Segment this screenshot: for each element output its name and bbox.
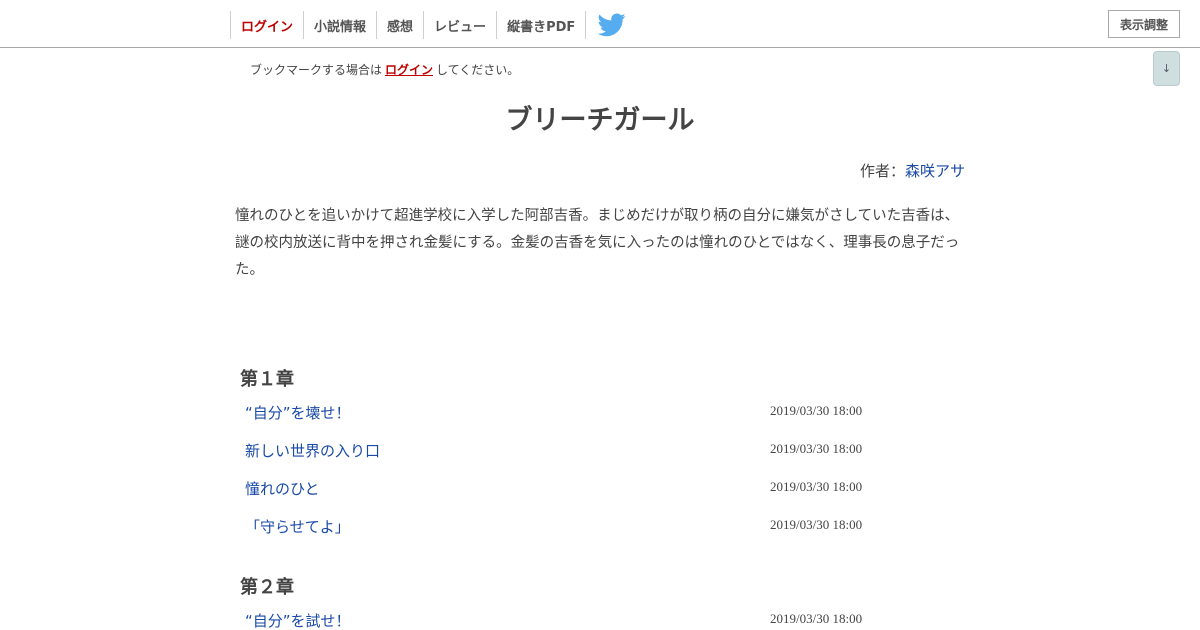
nav-login[interactable]: ログイン [230, 11, 303, 39]
nav-review[interactable]: レビュー [423, 11, 496, 39]
episode-date: 2019/03/30 18:00 [770, 479, 863, 494]
twitter-bird-icon[interactable] [597, 13, 626, 37]
episode-link[interactable]: “自分”を壊せ！ [245, 402, 351, 423]
author-line: 作者：森咲アサ [860, 160, 965, 181]
bookmark-notice: ブックマークする場合は ログイン してください。 [250, 61, 519, 78]
top-navigation-bar: ログイン 小説情報 感想 レビュー 縦書きPDF 表示調整 [0, 0, 1200, 48]
bookmark-text-after: してください。 [436, 63, 520, 77]
novel-synopsis: 憧れのひとを追いかけて超進学校に入学した阿部吉香。まじめだけが取り柄の自分に嫌気… [235, 208, 960, 278]
novel-nav: ログイン 小説情報 感想 レビュー 縦書きPDF [230, 11, 587, 39]
chapter-title: 第１章 [240, 369, 294, 390]
episode-date: 2019/03/30 18:00 [770, 517, 863, 532]
episode-date: 2019/03/30 18:00 [770, 403, 863, 418]
bookmark-text-before: ブックマークする場合は [250, 63, 383, 77]
author-prefix: 作者： [859, 162, 905, 180]
episode-date: 2019/03/30 18:00 [770, 441, 863, 456]
display-settings-button[interactable]: 表示調整 [1108, 10, 1180, 38]
episode-link[interactable]: 「守らせてよ」 [245, 516, 350, 537]
nav-novel-info[interactable]: 小説情報 [303, 11, 376, 39]
episode-link[interactable]: 新しい世界の入り口 [245, 440, 380, 461]
author-link[interactable]: 森咲アサ [905, 162, 965, 180]
nav-vertical-pdf[interactable]: 縦書きPDF [496, 11, 587, 39]
novel-title: ブリーチガール [505, 105, 695, 136]
episode-link[interactable]: “自分”を試せ！ [245, 610, 351, 630]
nav-impressions[interactable]: 感想 [376, 11, 423, 39]
scroll-down-button[interactable]: ↓ [1153, 51, 1180, 86]
bookmark-login-link[interactable]: ログイン [385, 63, 433, 77]
episode-link[interactable]: 憧れのひと [245, 478, 320, 499]
chapter-title: 第２章 [240, 577, 294, 598]
episode-date: 2019/03/30 18:00 [770, 611, 863, 626]
